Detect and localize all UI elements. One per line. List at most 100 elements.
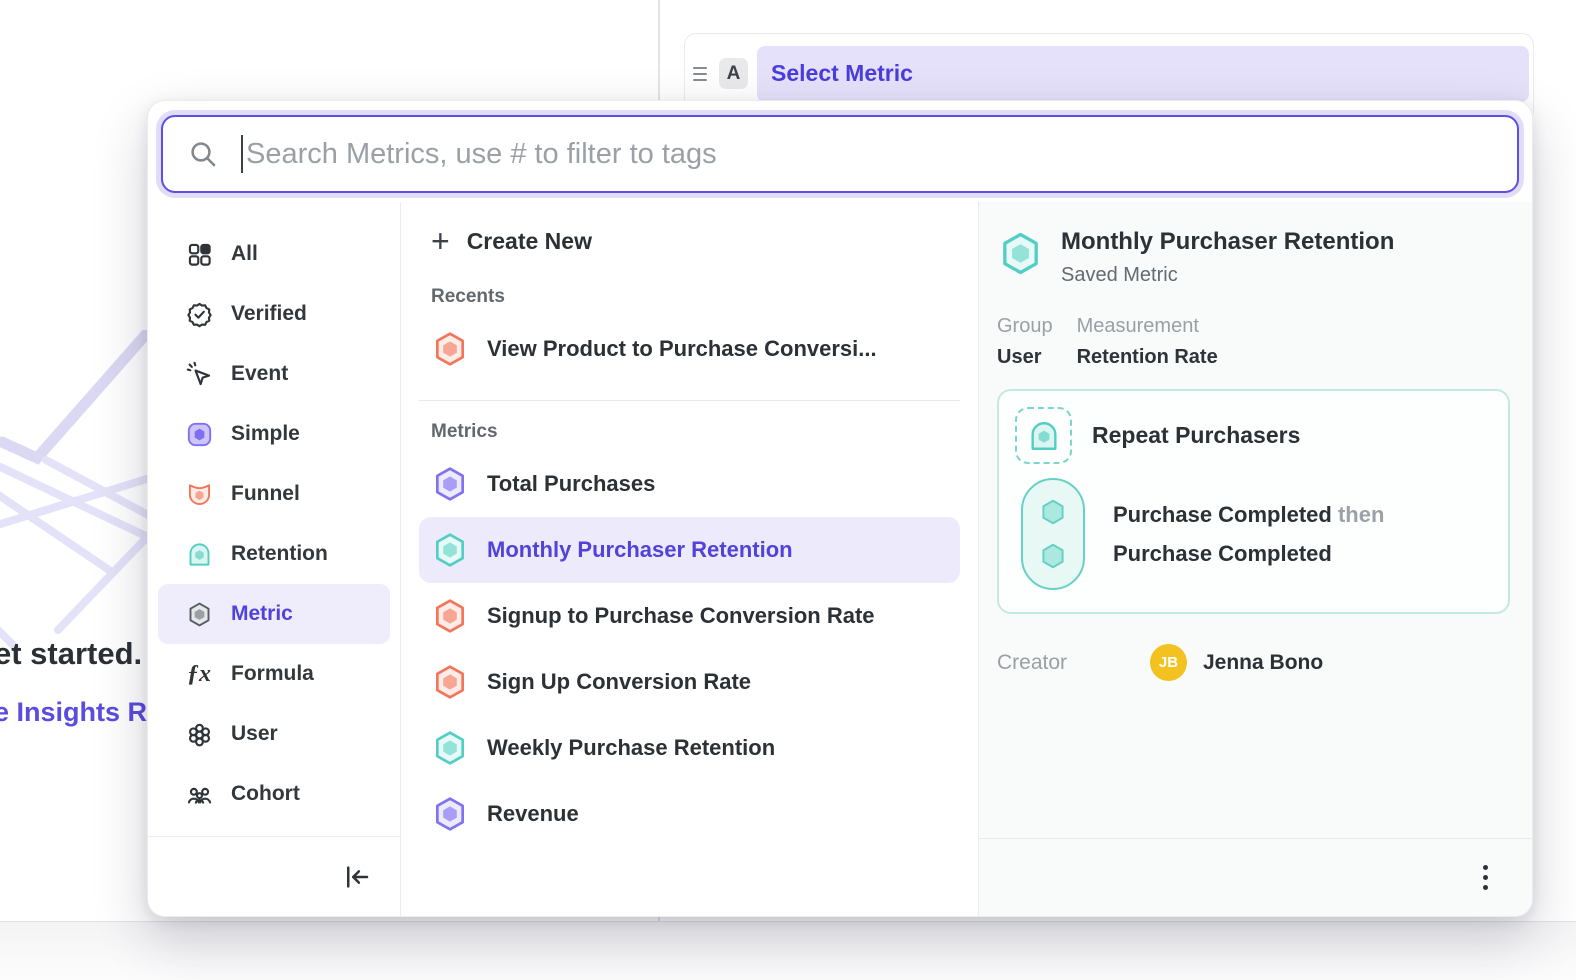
background-headline-fragment: et started.	[0, 636, 142, 672]
group-meta: Group User	[997, 315, 1053, 369]
metric-item-label: Weekly Purchase Retention	[487, 735, 775, 761]
sidebar-item-formula[interactable]: ƒx Formula	[158, 644, 390, 704]
sidebar-item-verified[interactable]: Verified	[158, 284, 390, 344]
metric-hexagon-purple-icon	[431, 795, 469, 833]
metric-hexagon-teal-icon	[431, 531, 469, 569]
create-new-button[interactable]: + Create New	[419, 216, 960, 266]
saved-metric-card: Repeat Purchasers Purchase Completed	[997, 389, 1510, 614]
decorative-line-art	[0, 330, 150, 670]
measurement-meta: Measurement Retention Rate	[1077, 315, 1218, 369]
sidebar-item-retention[interactable]: Retention	[158, 524, 390, 584]
sidebar-item-label: Formula	[231, 662, 314, 686]
recent-item[interactable]: View Product to Purchase Conversi...	[419, 316, 960, 382]
metric-hexagon-coral-icon	[431, 330, 469, 368]
retention-dashed-icon	[1015, 407, 1072, 464]
metric-list: + Create New Recents View Product to Pur…	[401, 202, 979, 916]
search-icon	[187, 138, 219, 170]
metric-hexagon-purple-icon	[431, 465, 469, 503]
step-1: Purchase Completed then	[1113, 502, 1384, 528]
creator-row: Creator JB Jenna Bono	[997, 644, 1510, 681]
grid-icon	[185, 240, 213, 268]
sidebar-item-all[interactable]: All	[158, 224, 390, 284]
verified-badge-icon	[185, 300, 213, 328]
kebab-menu-icon[interactable]	[1477, 859, 1494, 896]
metric-item-label: Revenue	[487, 801, 579, 827]
series-letter-badge: A	[719, 58, 748, 89]
user-cluster-icon	[185, 720, 213, 748]
event-cursor-icon	[185, 360, 213, 388]
search-box[interactable]	[161, 115, 1519, 193]
detail-title: Monthly Purchaser Retention	[1061, 228, 1394, 256]
metric-hexagon-coral-icon	[431, 663, 469, 701]
category-sidebar: All Verified	[148, 202, 401, 916]
select-metric-label: Select Metric	[771, 60, 913, 87]
detail-subtitle: Saved Metric	[1061, 264, 1394, 287]
drag-handle-icon[interactable]	[693, 67, 711, 81]
sidebar-item-label: Metric	[231, 602, 293, 626]
sidebar-item-cohort[interactable]: Cohort	[158, 764, 390, 824]
sidebar-item-label: Verified	[231, 302, 307, 326]
sidebar-item-label: Funnel	[231, 482, 300, 506]
metrics-heading: Metrics	[431, 421, 960, 443]
metric-hexagon-teal-icon	[431, 729, 469, 767]
create-new-label: Create New	[467, 228, 592, 255]
metric-item-label: Signup to Purchase Conversion Rate	[487, 603, 875, 629]
group-label: Group	[997, 315, 1053, 338]
metric-picker-modal: All Verified	[147, 100, 1533, 917]
sidebar-item-user[interactable]: User	[158, 704, 390, 764]
sidebar-item-label: Simple	[231, 422, 300, 446]
search-input[interactable]	[246, 138, 1493, 171]
measurement-label: Measurement	[1077, 315, 1218, 338]
sidebar-item-metric[interactable]: Metric	[158, 584, 390, 644]
canvas-bottom-strip	[0, 922, 1576, 980]
creator-label: Creator	[997, 651, 1150, 675]
measurement-value: Retention Rate	[1077, 346, 1218, 369]
search-area	[148, 101, 1532, 202]
plus-icon: +	[431, 225, 450, 257]
sidebar-item-label: Event	[231, 362, 288, 386]
sidebar-footer	[148, 836, 400, 916]
metric-item-label: Total Purchases	[487, 471, 655, 497]
sidebar-item-simple[interactable]: Simple	[158, 404, 390, 464]
text-caret	[241, 135, 243, 173]
sidebar-item-label: All	[231, 242, 258, 266]
detail-footer	[979, 838, 1532, 916]
metric-item-total-purchases[interactable]: Total Purchases	[419, 451, 960, 517]
metric-hexagon-teal-icon	[997, 230, 1044, 277]
metric-item-weekly-purchase-retention[interactable]: Weekly Purchase Retention	[419, 715, 960, 781]
metric-item-monthly-purchaser-retention[interactable]: Monthly Purchaser Retention	[419, 517, 960, 583]
metric-detail-panel: Monthly Purchaser Retention Saved Metric…	[979, 202, 1532, 916]
metric-hexagon-icon	[185, 600, 213, 628]
metric-item-revenue[interactable]: Revenue	[419, 781, 960, 847]
step-then-word: then	[1338, 502, 1384, 527]
sidebar-item-event[interactable]: Event	[158, 344, 390, 404]
background-link-fragment[interactable]: e Insights Re	[0, 697, 162, 728]
creator-avatar: JB	[1150, 644, 1187, 681]
step-2: Purchase Completed	[1113, 541, 1384, 567]
creator-name: Jenna Bono	[1203, 651, 1323, 675]
retention-metric-icon	[185, 540, 213, 568]
sidebar-item-label: User	[231, 722, 278, 746]
recent-item-label: View Product to Purchase Conversi...	[487, 336, 877, 362]
metric-item-signup-to-purchase[interactable]: Signup to Purchase Conversion Rate	[419, 583, 960, 649]
list-divider	[419, 400, 960, 401]
metric-item-label: Monthly Purchaser Retention	[487, 537, 793, 563]
group-value: User	[997, 346, 1053, 369]
cohort-people-icon	[185, 780, 213, 808]
simple-metric-icon	[185, 420, 213, 448]
metric-item-label: Sign Up Conversion Rate	[487, 669, 751, 695]
metric-hexagon-coral-icon	[431, 597, 469, 635]
retention-steps-capsule	[1021, 478, 1085, 590]
sidebar-item-label: Cohort	[231, 782, 300, 806]
step-hexagon-icon	[1037, 540, 1069, 572]
card-title: Repeat Purchasers	[1092, 422, 1300, 449]
sidebar-item-funnel[interactable]: Funnel	[158, 464, 390, 524]
metric-item-sign-up-conversion[interactable]: Sign Up Conversion Rate	[419, 649, 960, 715]
sidebar-item-label: Retention	[231, 542, 328, 566]
recents-heading: Recents	[431, 286, 960, 308]
select-metric-chip[interactable]: Select Metric	[757, 46, 1529, 102]
collapse-left-icon[interactable]	[342, 862, 372, 892]
step-hexagon-icon	[1037, 496, 1069, 528]
formula-fx-icon: ƒx	[185, 660, 213, 688]
funnel-metric-icon	[185, 480, 213, 508]
